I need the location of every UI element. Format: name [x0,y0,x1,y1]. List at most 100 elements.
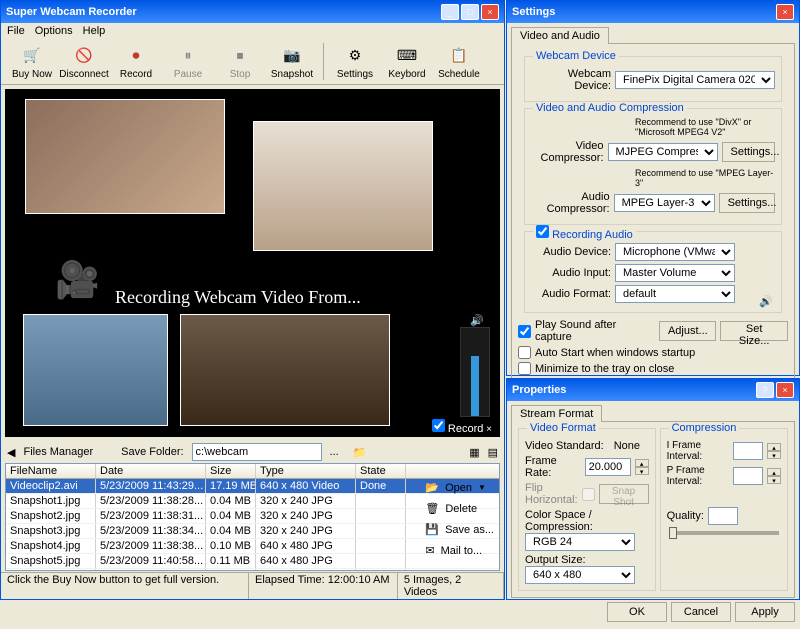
menu-options[interactable]: Options [35,25,73,37]
vc-settings-button[interactable]: Settings... [722,142,775,162]
audio-input-select[interactable]: Master Volume [615,264,735,282]
properties-titlebar: Properties ?× [507,379,799,401]
close-icon[interactable]: × [776,4,794,20]
pframe-spinner[interactable]: ▴▾ [767,468,781,484]
help-icon[interactable]: ? [756,382,774,398]
buy-now-button[interactable]: 🛒Buy Now [7,43,57,80]
pause-button[interactable]: ⏸Pause [163,43,213,80]
recording-audio-checkbox[interactable] [536,225,549,238]
browse-button[interactable]: ... [330,446,339,458]
menubar: File Options Help [1,23,504,39]
properties-window: Properties ?× Stream Format Video Format… [506,378,800,600]
apply-button[interactable]: Apply [735,602,795,622]
speaker-icon[interactable]: 🔊 [759,295,773,308]
chevron-left-icon[interactable]: ◀ [7,446,15,459]
list-view-icon[interactable]: ▦ [469,446,479,459]
audio-device-select[interactable]: Microphone (VMware VM [615,243,735,261]
stop-icon: ⏹ [228,43,252,67]
save-folder-label: Save Folder: [121,446,183,458]
status-hint: Click the Buy Now button to get full ver… [1,573,249,599]
table-row[interactable]: Videoclip1.avi5/23/2009 11:41:17...15.96… [6,569,499,571]
settings-button[interactable]: ⚙Settings [330,43,380,80]
quality-slider[interactable] [669,531,779,535]
mail-button[interactable]: ✉Mail to... [423,542,496,559]
folder-bar: ◀ Files Manager Save Folder: ... 📁 ▦ ▤ [1,441,504,463]
record-checkbox[interactable]: Record × [432,419,492,435]
record-button[interactable]: ⏺Record [111,43,161,80]
set-size-button[interactable]: Set Size... [720,321,788,341]
col-state[interactable]: State [356,464,406,478]
tab-video-audio[interactable]: Video and Audio [511,27,609,44]
minimize-icon[interactable]: _ [441,4,459,20]
menu-file[interactable]: File [7,25,25,37]
maximize-icon[interactable]: □ [461,4,479,20]
col-size[interactable]: Size [206,464,256,478]
disconnect-button[interactable]: 🚫Disconnect [59,43,109,80]
save-folder-input[interactable] [192,443,322,461]
output-size-select[interactable]: 640 x 480 [525,566,635,584]
audio-compressor-select[interactable]: MPEG Layer-3 [614,194,715,212]
main-titlebar: Super Webcam Recorder _ □ × [1,1,504,23]
iframe-spinner[interactable]: ▴▾ [767,443,781,459]
delete-icon: 🗑 [425,502,439,515]
properties-title: Properties [512,384,566,396]
toolbar: 🛒Buy Now 🚫Disconnect ⏺Record ⏸Pause ⏹Sto… [1,39,504,85]
menu-help[interactable]: Help [83,25,106,37]
ok-button[interactable]: OK [607,602,667,622]
file-actions: 📂Open ▼ 🗑Delete 💾Save as... ✉Mail to... [423,479,496,559]
stop-button[interactable]: ⏹Stop [215,43,265,80]
keyboard-icon: ⌨ [395,43,419,67]
video-compressor-select[interactable]: MJPEG Compressor [608,143,718,161]
adjust-button[interactable]: Adjust... [659,321,716,341]
thumbnail [253,121,433,251]
preview-caption: Recording Webcam Video From... [115,287,361,308]
mail-icon: ✉ [425,544,434,557]
col-type[interactable]: Type [256,464,356,478]
save-icon: 💾 [425,523,439,536]
color-space-select[interactable]: RGB 24 [525,533,635,551]
schedule-button[interactable]: 📋Schedule [434,43,484,80]
save-as-button[interactable]: 💾Save as... [423,521,496,538]
compression-group: Compression I Frame Interval:▴▾ P Frame … [660,428,788,591]
thumbnail [180,314,390,426]
speaker-icon[interactable]: 🔊 [470,314,484,327]
tab-stream-format[interactable]: Stream Format [511,405,602,422]
close-icon[interactable]: × [481,4,499,20]
frame-rate-spinner[interactable]: ▴▾ [635,459,649,475]
minimize-tray-checkbox[interactable] [518,362,531,375]
pause-icon: ⏸ [176,43,200,67]
cancel-button[interactable]: Cancel [671,602,731,622]
webcam-device-select[interactable]: FinePix Digital Camera 020724 (W [615,71,775,89]
iframe-input[interactable] [733,442,763,460]
volume-slider[interactable] [460,327,490,417]
settings-window: Settings × Video and Audio Webcam Device… [506,0,800,376]
record-icon: ⏺ [124,43,148,67]
ac-settings-button[interactable]: Settings... [719,193,775,213]
keyboard-button[interactable]: ⌨Keybord [382,43,432,80]
delete-button[interactable]: 🗑Delete [423,500,496,517]
open-button[interactable]: 📂Open ▼ [423,479,496,496]
frame-rate-input[interactable] [585,458,631,476]
snapshot-button: Snap Shot [599,484,649,504]
quality-input[interactable] [708,507,738,525]
files-manager-label: Files Manager [23,446,93,458]
close-icon[interactable]: × [776,382,794,398]
snapshot-button[interactable]: 📷Snapshot [267,43,317,80]
play-sound-checkbox[interactable] [518,325,531,338]
auto-start-checkbox[interactable] [518,346,531,359]
col-filename[interactable]: FileName [6,464,96,478]
status-bar: Click the Buy Now button to get full ver… [1,572,504,599]
folder-icon[interactable]: 📁 [353,446,367,459]
audio-format-select[interactable]: default [615,285,735,303]
settings-title: Settings [512,6,555,18]
pframe-input[interactable] [733,467,763,485]
disconnect-icon: 🚫 [72,43,96,67]
thumbnail [25,99,225,214]
col-date[interactable]: Date [96,464,206,478]
cart-icon: 🛒 [20,43,44,67]
grid-view-icon[interactable]: ▤ [488,446,498,459]
webcam-device-group: Webcam Device Webcam Device:FinePix Digi… [524,56,782,102]
compression-group: Video and Audio Compression Recommend to… [524,108,782,225]
gear-icon: ⚙ [343,43,367,67]
flip-checkbox [582,488,595,501]
